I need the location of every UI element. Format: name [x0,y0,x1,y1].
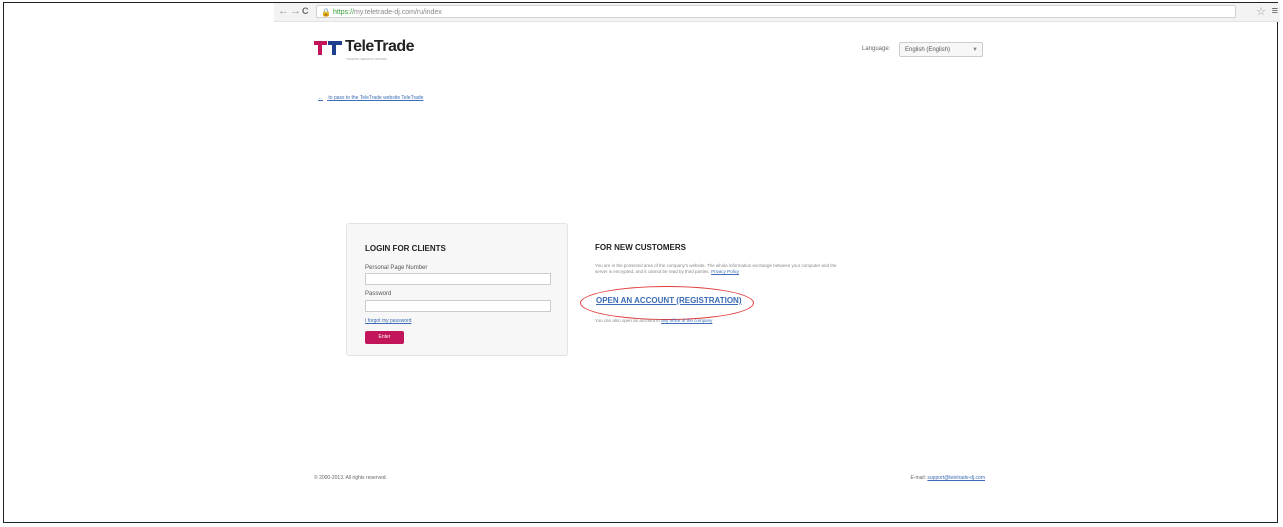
reload-icon[interactable]: C [302,6,309,16]
privacy-policy-link[interactable]: Privacy Policy [711,269,739,274]
forward-icon[interactable]: → [290,5,301,17]
url-text: my.teletrade-dj.com/ru/index [354,9,442,16]
back-icon[interactable]: ← [278,5,289,17]
personal-page-input[interactable] [365,273,551,285]
arrow-left-icon: ← [318,95,323,101]
forgot-password-link[interactable]: I forgot my password [365,318,411,324]
email-link[interactable]: support@teletrade-dj.com [927,475,985,481]
email-label: E-mail: [910,475,926,481]
chevron-down-icon: ▼ [972,47,978,53]
password-input[interactable] [365,300,551,312]
office-text: You can also open an account in [595,318,660,323]
logo-wordmark: TeleTrade [345,38,415,55]
copyright: © 2000-2013. All rights reserved. [314,475,387,481]
office-link[interactable]: any office of the company [661,318,712,323]
open-account-link[interactable]: OPEN AN ACCOUNT (REGISTRATION) [596,296,741,305]
new-customers-title: FOR NEW CUSTOMERS [595,243,686,252]
logo-tagline: TRADING SERVICE CENTER [346,57,387,61]
browser-menu-icon[interactable]: ≡ [1272,5,1278,17]
enter-button[interactable]: Enter [365,331,404,344]
url-protocol: https:// [333,9,355,16]
new-customers-text: You are in the protected area of the com… [595,263,850,275]
logo-mark-icon [314,41,342,55]
footer-email: E-mail: support@teletrade-dj.com [910,475,985,481]
address-bar[interactable]: 🔒 https://my.teletrade-dj.com/ru/index [316,5,1236,18]
language-value: English (English) [905,47,951,53]
back-to-site-link[interactable]: ← to pass to the TeleTrade website TeleT… [318,95,423,101]
office-line: You can also open an account in any offi… [595,318,712,323]
login-panel: LOGIN FOR CLIENTS Personal Page Number P… [346,223,568,356]
login-title: LOGIN FOR CLIENTS [365,244,446,253]
language-select[interactable]: English (English) ▼ [899,42,983,57]
browser-toolbar: ← → C 🔒 https://my.teletrade-dj.com/ru/i… [274,3,1280,22]
back-to-site-label: to pass to the TeleTrade website TeleTra… [328,95,424,101]
bookmark-star-icon[interactable]: ☆ [1256,5,1266,18]
personal-page-label: Personal Page Number [365,265,428,271]
lock-icon: 🔒 [321,8,331,17]
password-label: Password [365,291,392,297]
language-label: Language: [862,46,891,52]
